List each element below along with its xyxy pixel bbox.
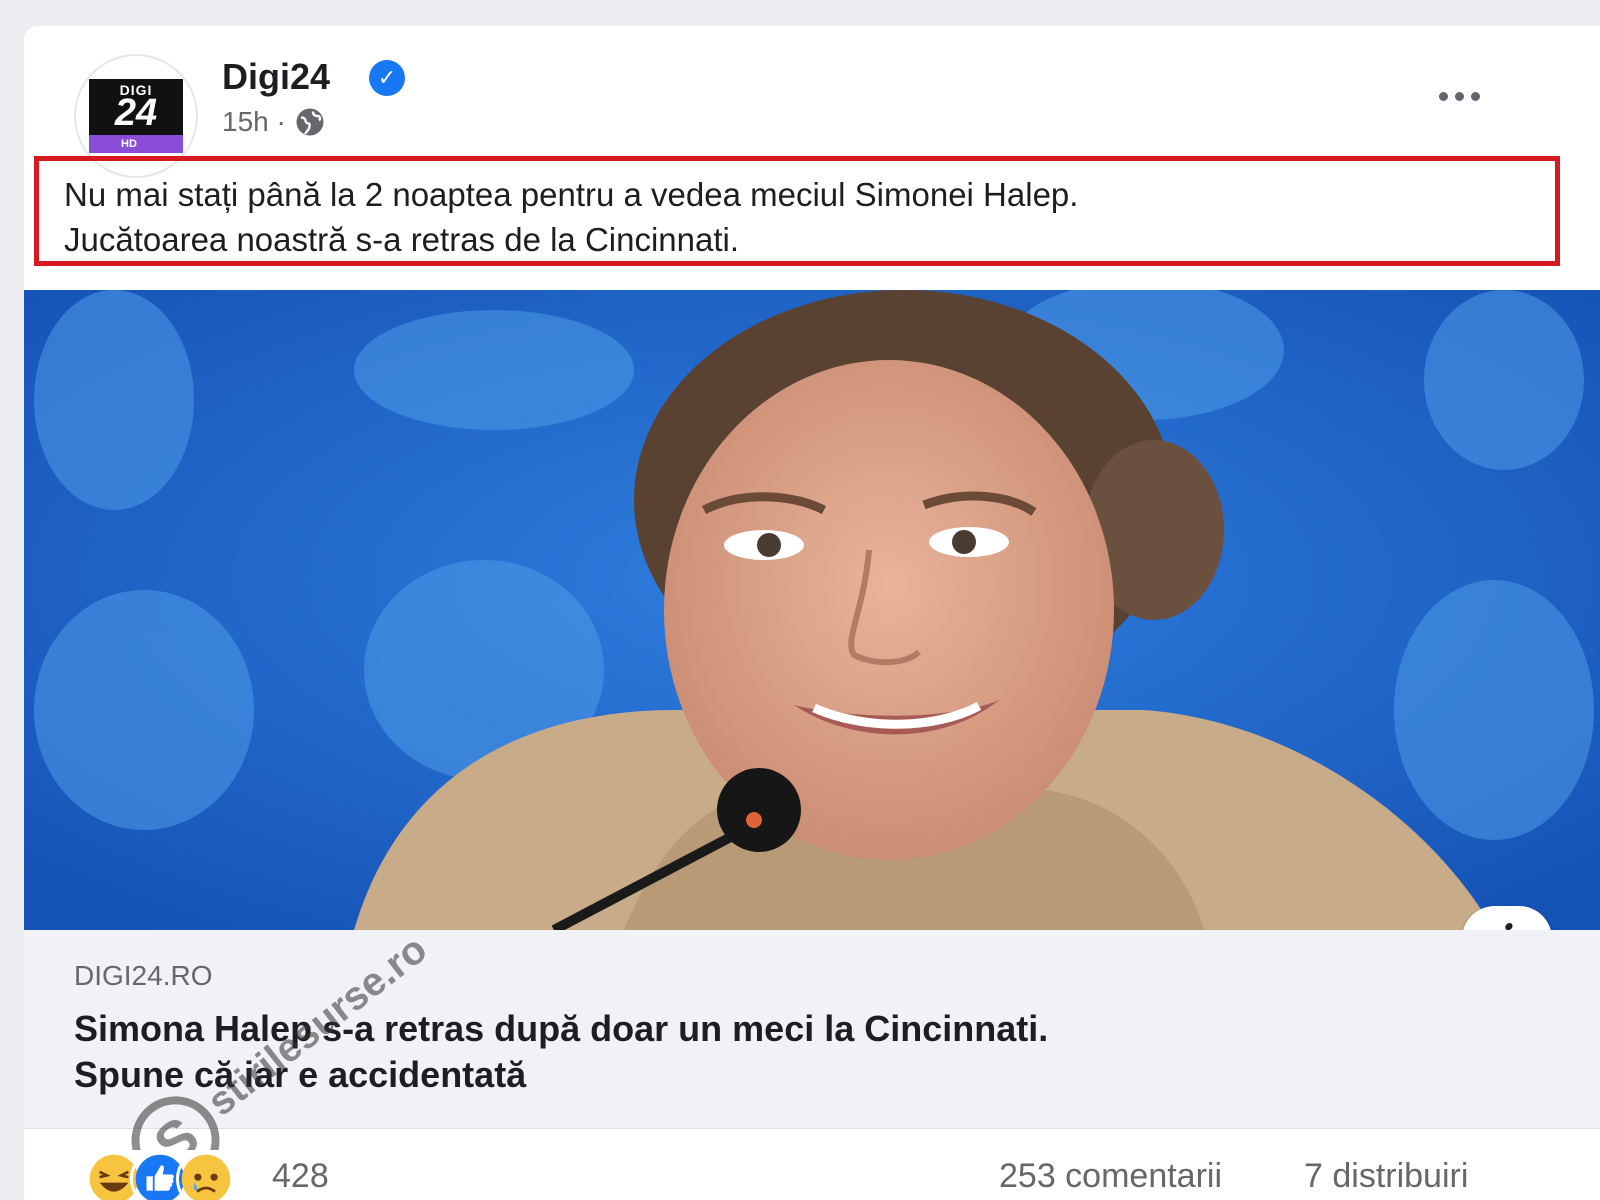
link-title-line-1: Simona Halep s-a retras după doar un mec… <box>74 1008 1049 1049</box>
caption-line-2: Jucătoarea noastră s-a retras de la Cinc… <box>64 221 740 258</box>
comments-count[interactable]: 253 comentarii <box>999 1157 1222 1196</box>
globe-icon <box>296 108 324 136</box>
shares-count[interactable]: 7 distribuiri <box>1304 1157 1468 1196</box>
post-caption: Nu mai stați până la 2 noaptea pentru a … <box>64 172 1504 262</box>
post-timestamp[interactable]: 15h · <box>222 106 286 138</box>
caption-line-1: Nu mai stați până la 2 noaptea pentru a … <box>64 176 1079 213</box>
more-options-icon[interactable] <box>1429 84 1489 108</box>
article-photo[interactable] <box>24 290 1600 930</box>
sad-icon <box>176 1149 236 1200</box>
reactions-bar: 428 253 comentarii 7 distribuiri <box>24 1128 1600 1200</box>
photo-illustration <box>24 290 1600 930</box>
verified-badge-icon: ✓ <box>369 60 405 96</box>
reaction-count[interactable]: 428 <box>272 1157 329 1196</box>
link-title[interactable]: Simona Halep s-a retras după doar un mec… <box>74 1006 1514 1098</box>
reaction-icons[interactable] <box>84 1149 236 1200</box>
digi24-logo: DIGI 24 HD <box>89 79 183 153</box>
link-domain: DIGI24.RO <box>74 960 213 991</box>
post-meta: 15h · <box>222 104 328 140</box>
post-card: DIGI 24 HD Digi24 ✓ 15h · Nu mai stați p… <box>24 26 1600 1200</box>
link-title-line-2: Spune că iar e accidentată <box>74 1054 527 1095</box>
page-name[interactable]: Digi24 <box>222 56 330 98</box>
link-preview[interactable]: DIGI24.RO Simona Halep s-a retras după d… <box>24 930 1600 1128</box>
